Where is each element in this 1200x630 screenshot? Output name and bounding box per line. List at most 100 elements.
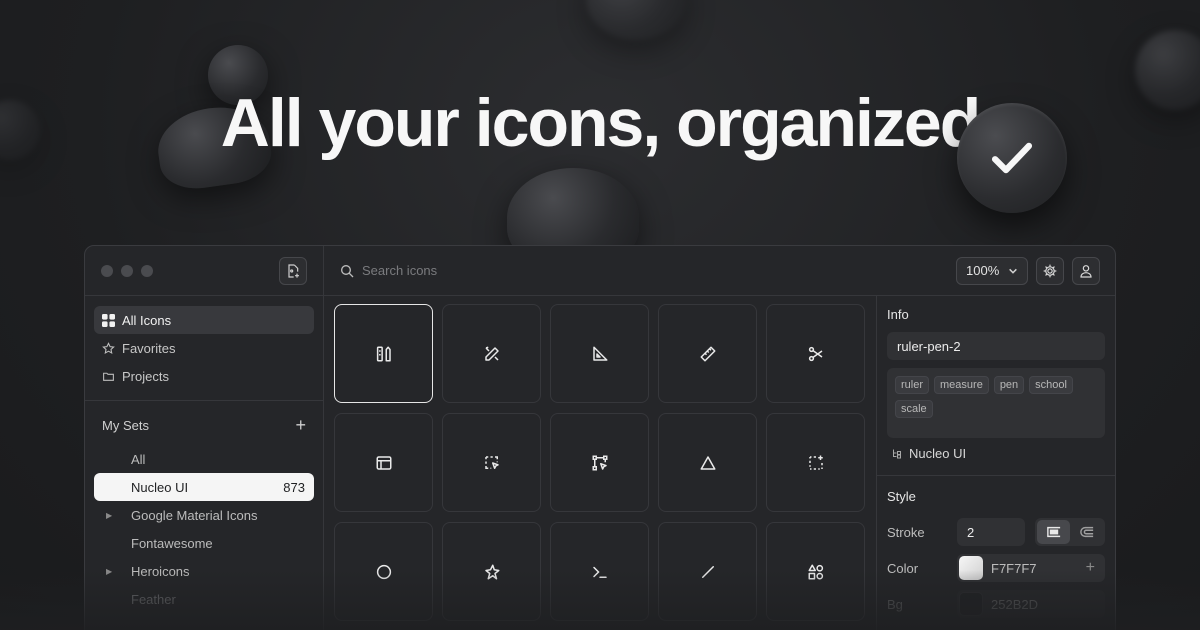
stroke-cap-toggle [1035, 518, 1105, 546]
nav-item-favorites[interactable]: Favorites [94, 334, 314, 362]
nav-item-label: Projects [122, 368, 169, 384]
icon-set-reference[interactable]: Nucleo UI [887, 446, 1105, 461]
expand-arrow-icon[interactable]: ▶ [106, 567, 112, 576]
select-cursor-icon [484, 455, 499, 469]
square-cap-option[interactable] [1037, 520, 1070, 544]
my-sets-title: My Sets [102, 417, 149, 433]
set-item-count: 873 [283, 479, 305, 495]
icon-tile-pen-ruler[interactable] [442, 304, 541, 403]
dashed-square-plus-icon [808, 455, 823, 470]
tag[interactable]: measure [934, 376, 989, 394]
file-add-icon [288, 263, 299, 278]
info-title: Info [887, 306, 909, 322]
window-zoom-dot[interactable] [141, 264, 153, 277]
color-label: Color [887, 560, 919, 576]
set-item-nucleo-ui[interactable]: Nucleo UI 873 [94, 473, 314, 501]
account-button[interactable] [1072, 256, 1100, 285]
search-field[interactable]: Search icons [339, 263, 437, 279]
zoom-value: 100% [966, 263, 1000, 278]
icon-tile-vector-nodes[interactable] [550, 413, 649, 512]
set-item-heroicons[interactable]: ▶ Heroicons [94, 557, 314, 585]
icon-tile-star-sparkle[interactable] [442, 522, 541, 621]
check-badge [957, 103, 1067, 213]
scissors-icon [808, 346, 822, 361]
icon-tile-dashed-square-plus[interactable] [766, 413, 865, 512]
icon-tile-window[interactable] [334, 413, 433, 512]
set-item-label: All [131, 451, 146, 467]
set-tree-icon [893, 449, 901, 458]
icon-tile-shapes[interactable] [766, 522, 865, 621]
icon-tile-ruler[interactable] [658, 304, 757, 403]
square-cap-icon [1046, 526, 1060, 538]
main-nav: All Icons Favorites Projects [85, 296, 323, 401]
icon-tile-scissors[interactable] [766, 304, 865, 403]
top-bar: Search icons 100% [324, 246, 1115, 296]
icon-tile-circle[interactable] [334, 522, 433, 621]
icon-name-field[interactable]: ruler-pen-2 [887, 332, 1105, 360]
color-row: Color F7F7F7 + [887, 550, 1105, 586]
zoom-select[interactable]: 100% [956, 256, 1028, 285]
window-close-dot[interactable] [101, 264, 113, 277]
color-field[interactable]: F7F7F7 + [957, 554, 1105, 582]
vector-nodes-icon [592, 455, 607, 470]
bg-label: Bg [887, 596, 903, 612]
set-item-all[interactable]: All [94, 445, 314, 473]
settings-button[interactable] [1036, 256, 1064, 285]
set-name: Nucleo UI [909, 446, 967, 461]
nav-item-label: All Icons [122, 312, 172, 328]
tags-field[interactable]: ruler measure pen school scale [887, 368, 1105, 438]
grid-icon [102, 313, 115, 327]
window-minimize-dot[interactable] [121, 264, 133, 277]
star-icon [102, 341, 115, 354]
nav-item-projects[interactable]: Projects [94, 362, 314, 390]
pen-ruler-icon [484, 346, 499, 361]
set-item-google-material-icons[interactable]: ▶ Google Material Icons [94, 501, 314, 529]
icon-tile-select-cursor[interactable] [442, 413, 541, 512]
chevron-down-icon [1009, 268, 1017, 274]
tag[interactable]: school [1029, 376, 1073, 394]
color-value: F7F7F7 [991, 560, 1037, 576]
bg-swatch[interactable] [959, 592, 983, 616]
tag[interactable]: pen [993, 376, 1025, 394]
add-set-button[interactable]: + [295, 415, 306, 436]
set-square-icon [592, 346, 607, 361]
title-bar [85, 246, 323, 296]
user-icon [1080, 264, 1092, 278]
nav-item-all-icons[interactable]: All Icons [94, 306, 314, 334]
icon-tile-ruler-pen[interactable] [334, 304, 433, 403]
icon-tile-terminal[interactable] [550, 522, 649, 621]
set-item-label: Heroicons [131, 563, 190, 579]
star-sparkle-icon [484, 564, 499, 579]
main-panel: Search icons 100% Info ruler-pen-2 ruler… [324, 246, 1115, 630]
bg-field[interactable]: 252B2D [957, 590, 1105, 618]
tag[interactable]: ruler [895, 376, 930, 394]
add-color-button[interactable]: + [1086, 559, 1095, 577]
window-icon [376, 455, 391, 470]
stroke-row: Stroke 2 [887, 514, 1105, 550]
decorative-top-blob [586, 0, 686, 40]
expand-arrow-icon[interactable]: ▶ [106, 511, 112, 520]
set-item-label: Fontawesome [131, 535, 213, 551]
round-cap-option[interactable] [1070, 520, 1103, 544]
icon-tile-line[interactable] [658, 522, 757, 621]
folder-icon [103, 372, 114, 381]
color-swatch[interactable] [959, 556, 983, 580]
style-title: Style [887, 488, 916, 504]
app-window: All Icons Favorites Projects My Sets + A… [84, 245, 1116, 630]
set-item-fontawesome[interactable]: Fontawesome [94, 529, 314, 557]
bg-row: Bg 252B2D [887, 586, 1105, 622]
terminal-icon [592, 566, 607, 578]
icon-tile-triangle[interactable] [658, 413, 757, 512]
new-set-button[interactable] [279, 256, 307, 285]
ruler-icon [700, 346, 715, 361]
checkmark-icon [991, 142, 1033, 174]
icon-tile-set-square[interactable] [550, 304, 649, 403]
set-item-feather[interactable]: Feather [94, 585, 314, 613]
set-item-label: Google Material Icons [131, 507, 258, 523]
tag[interactable]: scale [895, 400, 933, 418]
shapes-icon [808, 564, 823, 579]
stroke-input[interactable]: 2 [957, 518, 1025, 546]
stroke-label: Stroke [887, 524, 925, 540]
bg-value: 252B2D [991, 596, 1038, 612]
sidebar: All Icons Favorites Projects My Sets + A… [85, 246, 324, 630]
